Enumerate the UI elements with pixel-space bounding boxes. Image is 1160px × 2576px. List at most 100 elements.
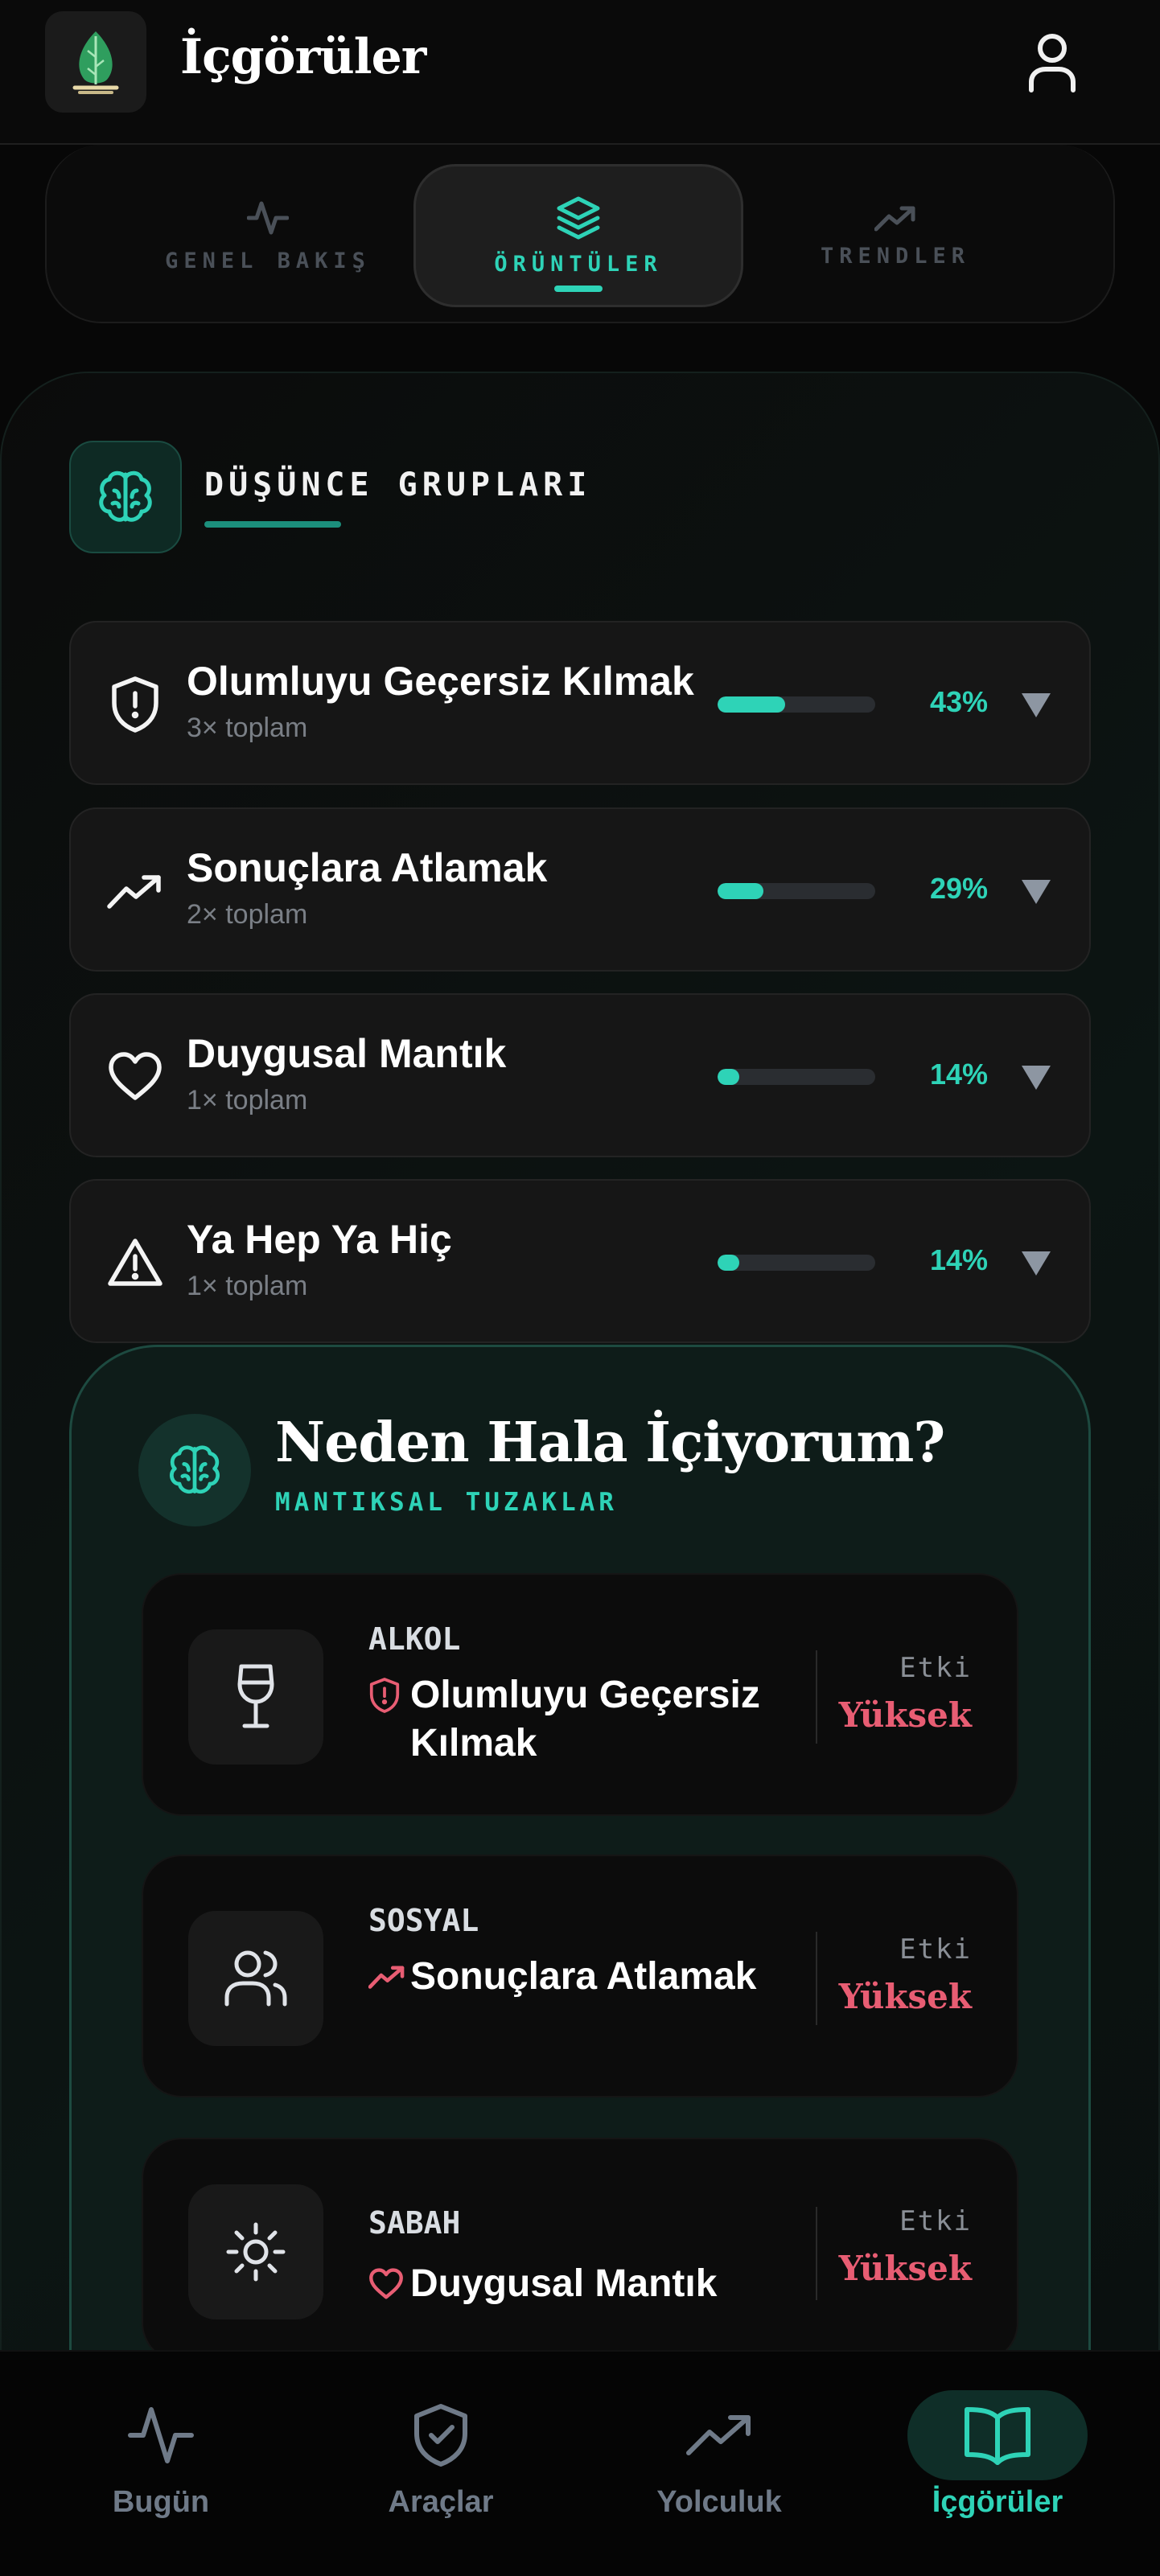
trap-icon-wrap bbox=[368, 2260, 410, 2308]
page-title: İçgörüler bbox=[180, 29, 426, 85]
warning-icon bbox=[108, 1239, 162, 1286]
bottom-navigation: Bugün Araçlar Yolculuk İçgörüler bbox=[0, 2350, 1160, 2576]
group-progress-fill bbox=[718, 1069, 740, 1085]
tab-patterns[interactable]: ÖRÜNTÜLER bbox=[413, 164, 743, 307]
group-count: 3× toplam bbox=[187, 713, 308, 743]
trap-card[interactable]: SABAH Duygusal Mantık Etki Yüksek bbox=[142, 2138, 1018, 2363]
trap-category: ALKOL bbox=[368, 1621, 461, 1657]
tab-trends[interactable]: TRENDLER bbox=[730, 164, 1060, 307]
trap-category-icon-box bbox=[188, 1911, 323, 2046]
impact-value: Yüksek bbox=[838, 2249, 972, 2288]
nav-icon-wrap bbox=[629, 2390, 809, 2480]
shield-alert-icon bbox=[112, 676, 158, 733]
divider bbox=[816, 1650, 817, 1744]
activity-icon bbox=[128, 2407, 194, 2463]
divider bbox=[816, 2207, 817, 2300]
brain-icon bbox=[99, 470, 152, 522]
chevron-down-icon[interactable] bbox=[1020, 1062, 1052, 1091]
wine-glass-icon bbox=[237, 1664, 274, 1728]
trap-category: SOSYAL bbox=[368, 1903, 479, 1938]
trap-card[interactable]: SOSYAL Sonuçlara Atlamak Etki Yüksek bbox=[142, 1855, 1018, 2097]
group-name: Olumluyu Geçersiz Kılmak bbox=[187, 659, 694, 704]
trap-icon-wrap bbox=[368, 1953, 410, 2001]
trap-category-icon-box bbox=[188, 2184, 323, 2319]
thought-group-item[interactable]: Duygusal Mantık 1× toplam 14% bbox=[69, 993, 1091, 1157]
section-title-underline bbox=[204, 521, 341, 528]
group-progress-fill bbox=[718, 1255, 740, 1271]
nav-item-today[interactable]: Bugün bbox=[48, 2390, 274, 2543]
chevron-down-icon[interactable] bbox=[1020, 1248, 1052, 1277]
thought-group-item[interactable]: Olumluyu Geçersiz Kılmak 3× toplam 43% bbox=[69, 621, 1091, 785]
group-percent: 43% bbox=[929, 685, 988, 718]
group-percent: 29% bbox=[929, 872, 988, 905]
section-title: DÜŞÜNCE GRUPLARI bbox=[204, 466, 592, 503]
leaf-icon bbox=[72, 31, 119, 94]
why-subtitle: MANTIKSAL TUZAKLAR bbox=[275, 1488, 618, 1517]
trap-name: Duygusal Mantık bbox=[410, 2262, 718, 2305]
group-name: Duygusal Mantık bbox=[187, 1031, 507, 1076]
tab-label: GENEL BAKIŞ bbox=[165, 248, 371, 273]
trap-name-row: Olumluyu Geçersiz Kılmak bbox=[368, 1671, 796, 1768]
tab-label: ÖRÜNTÜLER bbox=[494, 251, 663, 277]
nav-label: Bugün bbox=[112, 2485, 210, 2519]
user-icon bbox=[1029, 34, 1076, 92]
trending-up-icon bbox=[368, 1966, 405, 1989]
trending-up-icon bbox=[686, 2415, 751, 2455]
app-header: İçgörüler bbox=[0, 0, 1160, 145]
group-icon bbox=[106, 676, 164, 733]
nav-item-tools[interactable]: Araçlar bbox=[328, 2390, 553, 2543]
trap-category: SABAH bbox=[368, 2205, 461, 2241]
nav-icon-wrap bbox=[907, 2390, 1088, 2480]
trap-name: Sonuçlara Atlamak bbox=[410, 1955, 757, 1998]
impact-label: Etki bbox=[899, 1933, 972, 1966]
group-progress-fill bbox=[718, 883, 763, 899]
nav-label: İçgörüler bbox=[932, 2485, 1063, 2519]
trap-name-row: Duygusal Mantık bbox=[368, 2260, 861, 2308]
active-tab-indicator bbox=[554, 286, 603, 292]
group-icon bbox=[106, 1048, 164, 1106]
group-icon bbox=[106, 1234, 164, 1292]
nav-label: Araçlar bbox=[388, 2485, 494, 2519]
book-open-icon bbox=[965, 2407, 1030, 2465]
trending-up-icon bbox=[107, 875, 161, 909]
nav-item-journey[interactable]: Yolculuk bbox=[607, 2390, 832, 2543]
group-icon bbox=[106, 862, 164, 920]
group-count: 1× toplam bbox=[187, 1271, 308, 1301]
tab-overview[interactable]: GENEL BAKIŞ bbox=[103, 164, 433, 307]
brain-icon bbox=[169, 1445, 220, 1494]
nav-icon-wrap bbox=[351, 2390, 531, 2480]
trap-name: Olumluyu Geçersiz Kılmak bbox=[410, 1674, 760, 1765]
group-percent: 14% bbox=[929, 1243, 988, 1276]
group-name: Ya Hep Ya Hiç bbox=[187, 1217, 452, 1262]
user-profile-button[interactable] bbox=[1017, 24, 1088, 101]
nav-icon-wrap bbox=[71, 2390, 251, 2480]
impact-value: Yüksek bbox=[838, 1695, 972, 1735]
sun-icon bbox=[226, 2222, 286, 2282]
chevron-down-icon[interactable] bbox=[1020, 877, 1052, 906]
chevron-down-icon[interactable] bbox=[1020, 690, 1052, 719]
heart-icon bbox=[369, 2268, 403, 2299]
users-icon bbox=[224, 1950, 287, 2007]
thought-group-item[interactable]: Ya Hep Ya Hiç 1× toplam 14% bbox=[69, 1179, 1091, 1343]
trap-category-icon-box bbox=[188, 1629, 323, 1765]
group-percent: 14% bbox=[929, 1058, 988, 1091]
layers-icon bbox=[557, 196, 600, 239]
nav-item-insights[interactable]: İçgörüler bbox=[885, 2390, 1110, 2543]
group-progress-bar bbox=[718, 1069, 875, 1085]
thought-group-item[interactable]: Sonuçlara Atlamak 2× toplam 29% bbox=[69, 807, 1091, 972]
activity-icon bbox=[247, 201, 289, 234]
group-progress-bar bbox=[718, 883, 875, 899]
tab-label: TRENDLER bbox=[820, 243, 971, 269]
group-name: Sonuçlara Atlamak bbox=[187, 845, 548, 890]
group-count: 1× toplam bbox=[187, 1085, 308, 1115]
app-logo[interactable] bbox=[45, 11, 146, 113]
shield-check-icon bbox=[414, 2404, 467, 2467]
view-tabs: GENEL BAKIŞ ÖRÜNTÜLER TRENDLER bbox=[45, 145, 1115, 323]
impact-label: Etki bbox=[899, 1652, 972, 1684]
impact-value: Yüksek bbox=[838, 1977, 972, 2016]
group-progress-bar bbox=[718, 696, 875, 713]
nav-label: Yolculuk bbox=[656, 2485, 782, 2519]
trap-card[interactable]: ALKOL Olumluyu Geçersiz Kılmak Etki Yüks… bbox=[142, 1573, 1018, 1816]
group-progress-fill bbox=[718, 696, 786, 713]
section-icon-box bbox=[69, 441, 182, 553]
